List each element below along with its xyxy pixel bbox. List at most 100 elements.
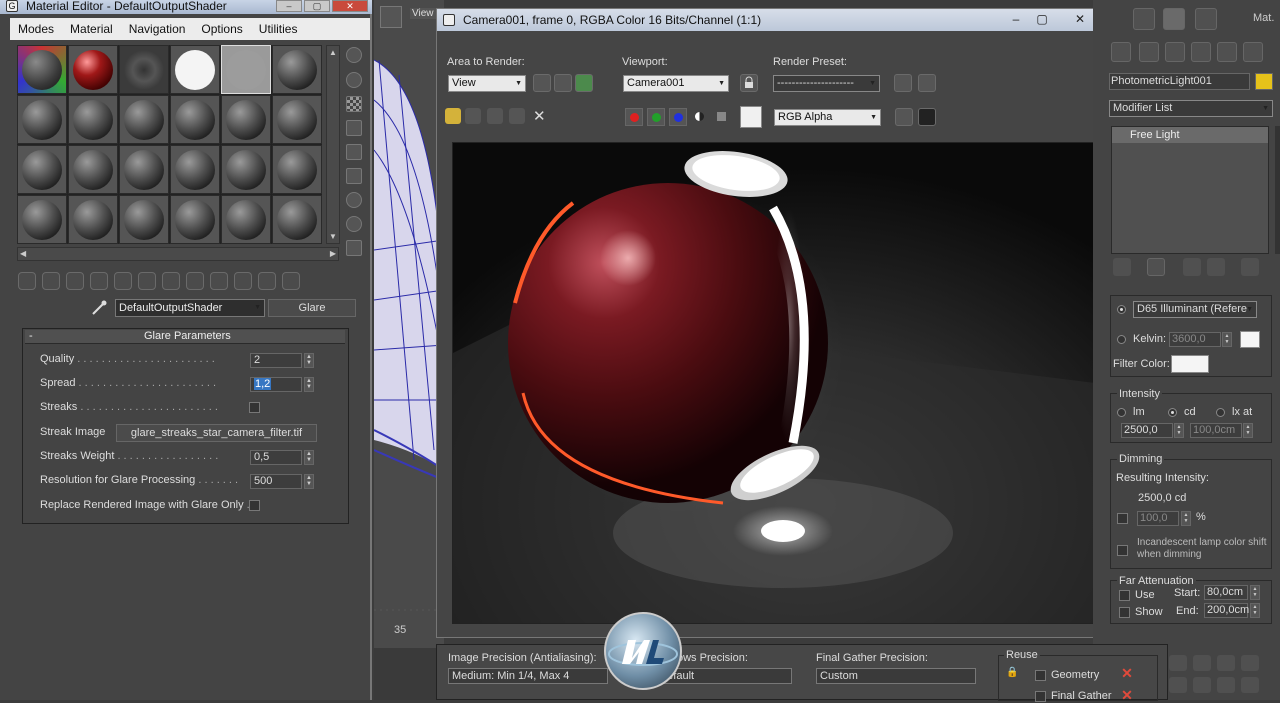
scroll-left-icon[interactable]: ◀ xyxy=(20,249,26,258)
display-tab-icon[interactable] xyxy=(1217,42,1237,62)
end-field[interactable]: 200,0cm xyxy=(1204,603,1249,618)
material-slot[interactable] xyxy=(119,95,169,144)
material-slot[interactable] xyxy=(221,195,271,244)
final-gather-precision-slider[interactable]: Custom xyxy=(816,668,976,684)
maximize-button[interactable]: ▢ xyxy=(304,0,330,12)
streaks-weight-spinner[interactable]: 0,5 xyxy=(250,450,302,465)
candela-radio[interactable] xyxy=(1168,408,1177,417)
material-slot[interactable] xyxy=(221,145,271,194)
material-slot[interactable] xyxy=(170,145,220,194)
green-channel-toggle[interactable] xyxy=(647,108,665,126)
far-attenuation-show-checkbox[interactable] xyxy=(1119,607,1130,618)
spread-spinner[interactable]: 1,2 xyxy=(250,377,302,392)
viewport-dropdown[interactable]: Camera001 xyxy=(623,75,729,92)
material-slot[interactable] xyxy=(17,95,67,144)
make-copy-icon[interactable] xyxy=(114,272,132,290)
field-of-view-icon[interactable] xyxy=(1169,677,1187,693)
streaks-weight-spinner-arrows[interactable]: ▲ ▼ xyxy=(304,450,314,465)
resolution-spinner-arrows[interactable]: ▲ ▼ xyxy=(304,474,314,489)
intensity-field[interactable]: 2500,0 xyxy=(1121,423,1173,438)
video-color-check-icon[interactable] xyxy=(346,144,362,160)
make-unique-icon[interactable] xyxy=(1183,258,1201,276)
start-arrows[interactable]: ▲ ▼ xyxy=(1250,585,1260,600)
environment-effects-icon[interactable] xyxy=(918,74,936,92)
close-button[interactable]: ✕ xyxy=(332,0,368,12)
render-setup-icon[interactable] xyxy=(894,74,912,92)
menu-utilities[interactable]: Utilities xyxy=(251,22,306,36)
show-end-result-icon[interactable] xyxy=(1147,258,1165,276)
background-checker-icon[interactable] xyxy=(346,96,362,112)
material-slot[interactable] xyxy=(170,195,220,244)
go-to-parent-icon[interactable] xyxy=(258,272,276,290)
maximize-viewport-icon[interactable] xyxy=(380,6,402,28)
render-setup-icon[interactable] xyxy=(1133,8,1155,30)
minimize-button[interactable]: – xyxy=(276,0,302,12)
clear-geometry-icon[interactable]: ✕ xyxy=(1120,666,1134,681)
auto-region-icon[interactable] xyxy=(575,74,593,92)
put-to-library-icon[interactable] xyxy=(162,272,180,290)
material-slot[interactable] xyxy=(68,145,118,194)
area-to-render-dropdown[interactable]: View xyxy=(448,75,526,92)
start-field[interactable]: 80,0cm xyxy=(1204,585,1248,600)
assign-material-icon[interactable] xyxy=(66,272,84,290)
render-window-titlebar[interactable]: Camera001, frame 0, RGBA Color 16 Bits/C… xyxy=(437,9,1105,31)
remove-modifier-icon[interactable] xyxy=(1207,258,1225,276)
object-color-swatch[interactable] xyxy=(1255,73,1273,90)
dimming-percent-arrows[interactable]: ▲ ▼ xyxy=(1181,511,1191,526)
dimming-checkbox[interactable] xyxy=(1117,513,1128,524)
material-slot[interactable] xyxy=(272,145,322,194)
options-icon[interactable] xyxy=(346,192,362,208)
material-slot[interactable] xyxy=(68,195,118,244)
material-menu-label[interactable]: Mat. xyxy=(1253,12,1274,24)
pin-stack-icon[interactable] xyxy=(1113,258,1131,276)
save-image-icon[interactable] xyxy=(445,108,461,124)
material-slot[interactable] xyxy=(170,45,220,94)
alpha-channel-toggle[interactable] xyxy=(691,108,709,126)
go-forward-sibling-icon[interactable] xyxy=(282,272,300,290)
viewport-label[interactable]: View xyxy=(410,8,436,19)
lock-icon[interactable] xyxy=(740,74,758,92)
kelvin-arrows[interactable]: ▲ ▼ xyxy=(1222,332,1232,347)
slots-horizontal-scrollbar[interactable]: ◀ ▶ xyxy=(17,247,339,261)
motion-tab-icon[interactable] xyxy=(1191,42,1211,62)
toggle-ui-overlay-icon[interactable] xyxy=(895,108,913,126)
kelvin-radio[interactable] xyxy=(1117,335,1126,344)
material-slot[interactable] xyxy=(170,95,220,144)
play-icon[interactable] xyxy=(1193,677,1211,693)
far-attenuation-use-checkbox[interactable] xyxy=(1119,590,1130,601)
glare-parameters-header[interactable]: - Glare Parameters xyxy=(25,330,345,344)
make-unique-icon[interactable] xyxy=(138,272,156,290)
copy-image-icon[interactable] xyxy=(465,108,481,124)
monochrome-toggle[interactable] xyxy=(713,108,731,126)
material-slot-active[interactable] xyxy=(221,45,271,94)
dimming-percent-field[interactable]: 100,0 xyxy=(1137,511,1179,526)
show-shaded-map-icon[interactable] xyxy=(210,272,228,290)
replace-glare-checkbox[interactable] xyxy=(249,500,260,511)
resolution-spinner[interactable]: 500 xyxy=(250,474,302,489)
red-channel-toggle[interactable] xyxy=(625,108,643,126)
utilities-tab-icon[interactable] xyxy=(1243,42,1263,62)
modify-tab-icon[interactable] xyxy=(1139,42,1159,62)
menu-material[interactable]: Material xyxy=(62,22,121,36)
material-slot[interactable] xyxy=(119,195,169,244)
material-map-navigator-icon[interactable] xyxy=(346,240,362,256)
intensity-arrows[interactable]: ▲ ▼ xyxy=(1174,423,1184,438)
maximize-toggle-icon[interactable] xyxy=(1241,677,1259,693)
material-id-channel-icon[interactable] xyxy=(186,272,204,290)
quality-spinner-arrows[interactable]: ▲ ▼ xyxy=(304,353,314,368)
print-image-icon[interactable] xyxy=(509,108,525,124)
select-by-material-icon[interactable] xyxy=(346,216,362,232)
scroll-down-icon[interactable]: ▼ xyxy=(329,232,337,241)
modifier-list-dropdown[interactable]: Modifier List xyxy=(1109,100,1273,117)
viewport-background[interactable]: View 35 xyxy=(374,0,444,700)
zoom-extents-icon[interactable] xyxy=(1217,655,1235,671)
streaks-checkbox[interactable] xyxy=(249,402,260,413)
clear-icon[interactable]: ✕ xyxy=(533,107,546,125)
final-gather-checkbox[interactable] xyxy=(1035,691,1046,702)
streak-image-button[interactable]: glare_streaks_star_camera_filter.tif xyxy=(116,424,317,442)
illuminant-dropdown[interactable]: D65 Illuminant (Refere xyxy=(1133,301,1257,318)
channel-display-dropdown[interactable]: RGB Alpha xyxy=(774,109,881,126)
zoom-all-icon[interactable] xyxy=(1193,655,1211,671)
get-material-icon[interactable] xyxy=(18,272,36,290)
spread-spinner-arrows[interactable]: ▲ ▼ xyxy=(304,377,314,392)
